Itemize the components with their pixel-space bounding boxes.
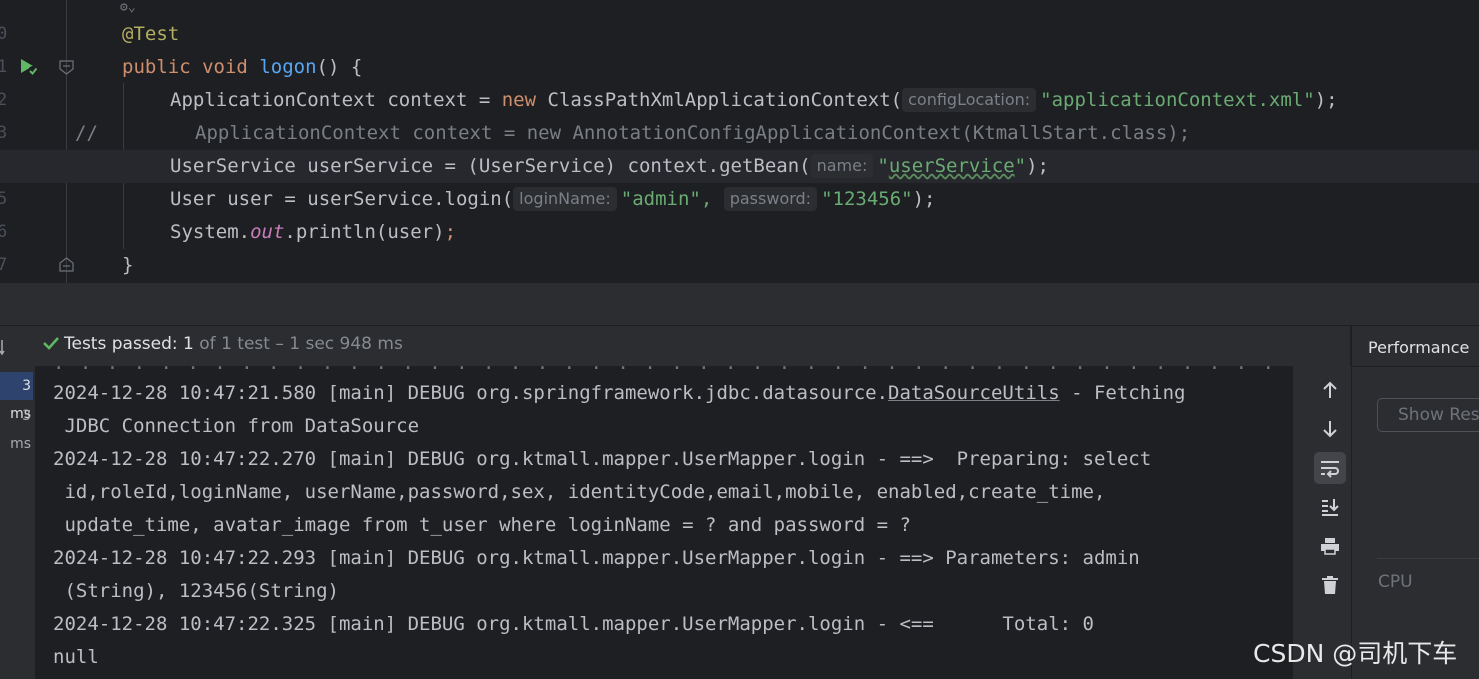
console-line: id,roleId,loginName, userName,password,s…	[53, 481, 1106, 503]
console-line: 2024-12-28 10:47:22.270 [main] DEBUG org…	[53, 448, 1152, 470]
scroll-to-end-button[interactable]	[1314, 491, 1346, 523]
annotation: @Test	[122, 23, 180, 45]
code-text: .println(user)	[284, 221, 445, 243]
code-line[interactable]: public void logon() {	[0, 51, 1479, 84]
code-text: System.	[170, 221, 251, 243]
panel-divider[interactable]	[0, 283, 1479, 326]
statement: User user = userService.login(loginName:…	[170, 183, 935, 216]
trash-icon	[1322, 576, 1338, 594]
statement: ApplicationContext context = new ClassPa…	[170, 84, 1338, 117]
test-status: Tests passed: 1 of 1 test – 1 sec 948 ms	[42, 334, 403, 354]
console-output[interactable]: · · · · · · · · · · · · · · · · · · · · …	[35, 366, 1293, 679]
console-line: update_time, avatar_image from t_user wh…	[53, 514, 911, 536]
string-literal: "admin",	[620, 188, 713, 210]
status-text: Tests passed:	[64, 334, 184, 354]
parameter-hint: configLocation:	[902, 88, 1037, 112]
check-icon	[43, 337, 59, 350]
code-text: );	[1026, 155, 1049, 177]
code-text: ClassPathXmlApplicationContext(	[536, 89, 903, 111]
divider	[1377, 558, 1479, 559]
tab-performance[interactable]: Performance	[1368, 338, 1469, 357]
commented-code: ApplicationContext context = new Annotat…	[195, 122, 1191, 144]
test-tree-strip[interactable]: 3 ms 3 ms	[0, 366, 35, 679]
print-button[interactable]	[1314, 530, 1346, 562]
string-quote: "	[877, 155, 889, 177]
statement: UserService userService = (UserService) …	[170, 150, 1049, 183]
status-detail: of 1 test – 1 sec 948 ms	[193, 334, 403, 354]
code-line[interactable]: User user = userService.login(loginName:…	[0, 183, 1479, 216]
test-timing[interactable]: 3 ms	[0, 372, 33, 422]
watermark: CSDN @司机下车	[1253, 639, 1458, 668]
line-comment-marker: //	[75, 122, 98, 144]
console-line: (String), 123456(String)	[53, 580, 339, 602]
console-scrollbar[interactable]	[1293, 366, 1306, 679]
statement: System.out.println(user);	[170, 216, 456, 249]
show-results-button[interactable]: Show Res	[1377, 398, 1479, 432]
string-literal: userService	[888, 155, 1015, 177]
console-line: null	[53, 646, 99, 668]
log-class-link[interactable]: DataSourceUtils	[888, 382, 1060, 404]
down-arrow-button[interactable]	[1314, 413, 1346, 445]
sort-icon[interactable]	[0, 338, 10, 356]
method-name: logon	[259, 56, 317, 78]
code-text: );	[1314, 89, 1338, 111]
console-toolbar	[1306, 366, 1351, 679]
inspection-widget-icon[interactable]: ⚙⌄	[120, 0, 136, 15]
divider	[1352, 366, 1479, 367]
method-signature: public void logon() {	[122, 51, 362, 84]
run-status-bar: Tests passed: 1 of 1 test – 1 sec 948 ms	[0, 326, 1350, 366]
code-line-current[interactable]: UserService userService = (UserService) …	[0, 150, 1479, 183]
code-text: ApplicationContext context =	[170, 89, 502, 111]
log-text: - Fetching	[1059, 382, 1186, 404]
keyword-public: public	[122, 56, 191, 78]
test-timing[interactable]: 3 ms	[0, 402, 33, 452]
parameter-hint: name:	[810, 154, 874, 178]
code-text: User user = userService.login(	[170, 188, 514, 210]
code-editor[interactable]: ⚙⌄ 0 1 2 3 4 5 6 7 @Test public void log…	[0, 0, 1479, 283]
code-text: UserService userService = (UserService) …	[170, 155, 811, 177]
performance-panel: Performance Show Res CPU	[1351, 326, 1479, 679]
code-text: );	[912, 188, 936, 210]
closing-brace: }	[122, 254, 134, 276]
scroll-to-end-icon	[1322, 499, 1339, 516]
console-line: 2024-12-28 10:47:21.580 [main] DEBUG org…	[53, 377, 1185, 410]
pass-count: 1	[183, 334, 194, 354]
code-line[interactable]: ApplicationContext context = new ClassPa…	[0, 84, 1479, 117]
string-literal: "123456"	[821, 188, 913, 210]
console-line: 2024-12-28 10:47:22.293 [main] DEBUG org…	[53, 547, 1140, 569]
console-line: JDBC Connection from DataSource	[53, 415, 420, 437]
parameter-hint: password:	[723, 187, 818, 211]
code-line[interactable]: // ApplicationContext context = new Anno…	[0, 117, 1479, 150]
printer-icon	[1321, 538, 1339, 555]
string-literal: "applicationContext.xml"	[1040, 89, 1315, 111]
code-line[interactable]: }	[0, 249, 1479, 282]
soft-wrap-icon	[1321, 461, 1339, 478]
console-line: 2024-12-28 10:47:22.325 [main] DEBUG org…	[53, 613, 1094, 635]
up-arrow-icon	[1323, 381, 1337, 398]
static-field: out	[250, 221, 285, 243]
semicolon: ;	[444, 221, 457, 243]
code-line[interactable]: System.out.println(user);	[0, 216, 1479, 249]
method-params: () {	[316, 56, 363, 78]
string-quote: "	[1014, 155, 1027, 177]
cpu-label: CPU	[1378, 572, 1413, 592]
parameter-hint: loginName:	[513, 187, 617, 211]
log-text: 2024-12-28 10:47:21.580 [main] DEBUG org…	[53, 382, 889, 404]
keyword-new: new	[501, 89, 537, 111]
code-line[interactable]: @Test	[0, 18, 1479, 51]
keyword-void: void	[202, 56, 248, 78]
down-arrow-icon	[1323, 421, 1337, 438]
soft-wrap-button[interactable]	[1314, 452, 1346, 484]
clear-button[interactable]	[1314, 569, 1346, 601]
up-arrow-button[interactable]	[1314, 374, 1346, 406]
